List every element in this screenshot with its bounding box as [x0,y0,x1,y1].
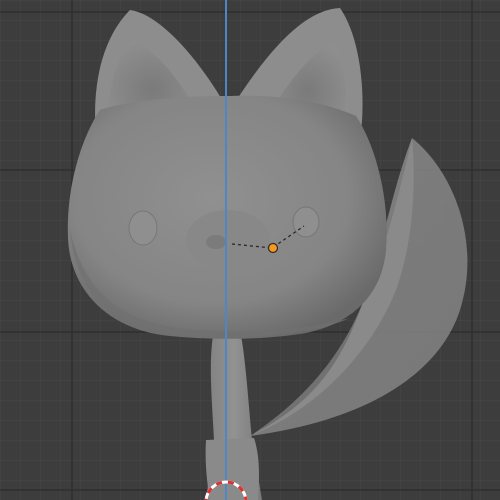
fox-neck-base [205,438,259,500]
object-origin-dot[interactable] [267,242,279,254]
3d-viewport[interactable] [0,0,500,500]
fox-cheek-left [128,210,158,246]
fox-nose [206,235,226,249]
viewport-canvas[interactable] [0,0,500,500]
fox-snout [186,210,270,270]
fox-cheek-right [292,206,320,238]
